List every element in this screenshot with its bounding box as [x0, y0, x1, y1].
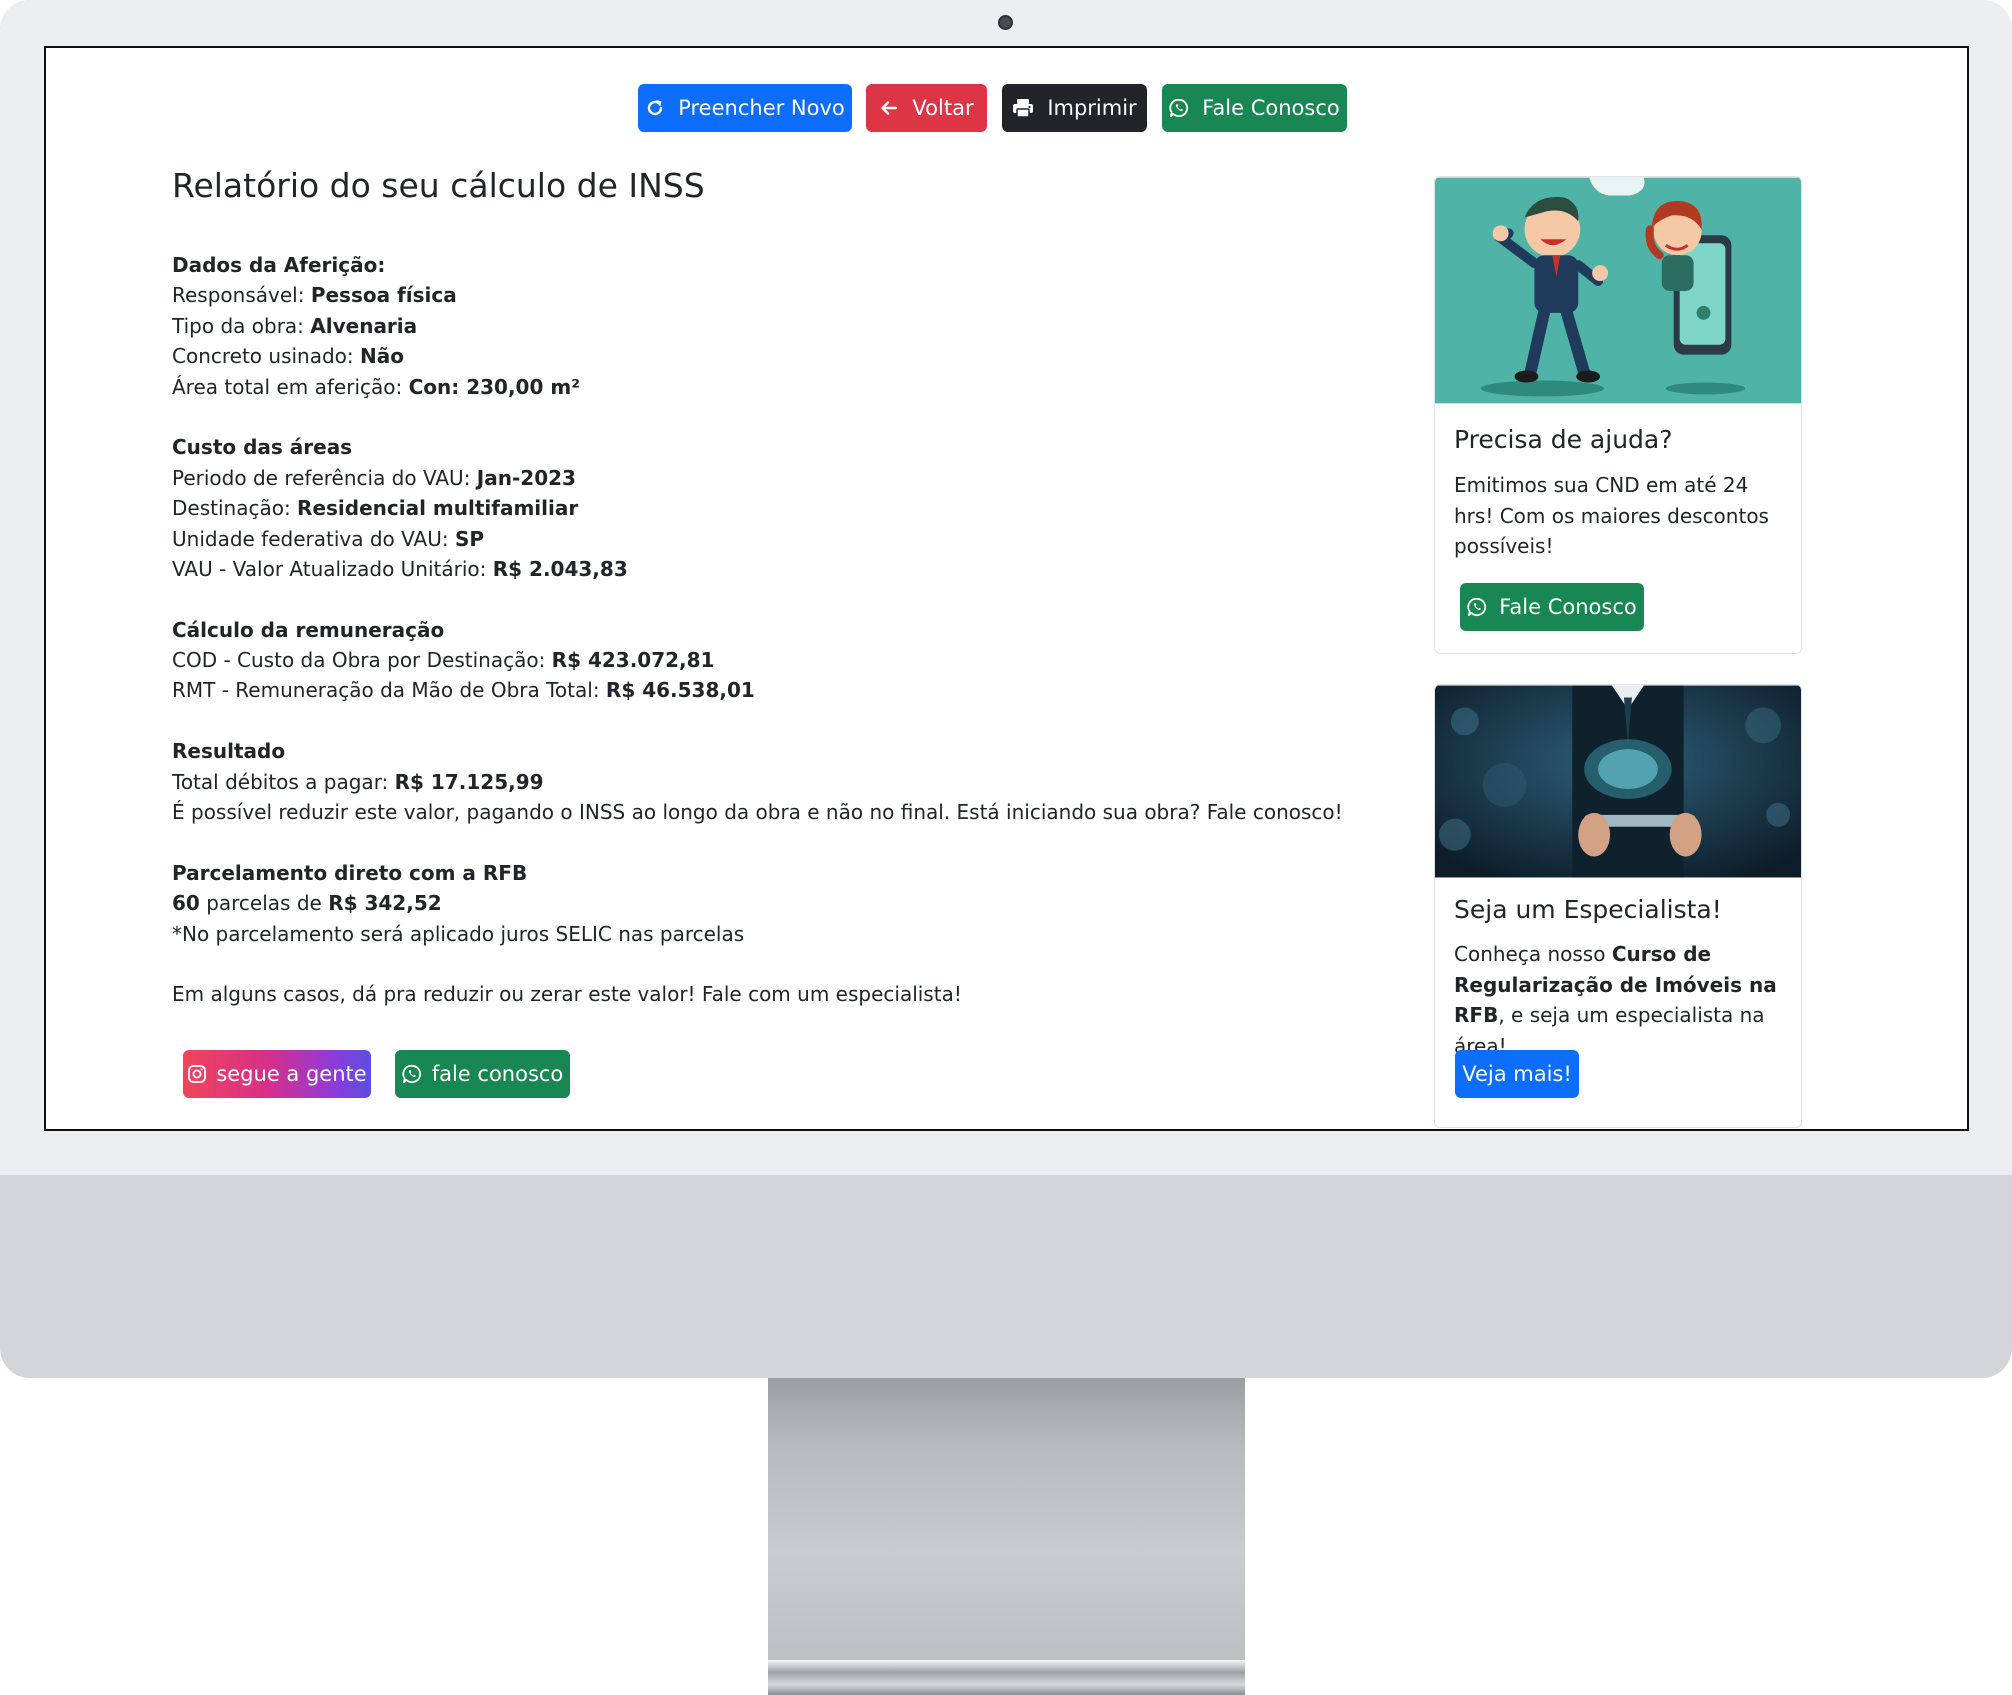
custo-heading: Custo das áreas — [172, 435, 353, 460]
refill-button[interactable]: Preencher Novo — [638, 84, 852, 132]
camera-icon — [998, 15, 1013, 30]
remuneracao-section: Cálculo da remuneração — [172, 615, 1402, 645]
rmt-value: R$ 46.538,01 — [605, 678, 755, 703]
instagram-button-label: segue a gente — [216, 1062, 367, 1086]
help-card-title: Precisa de ajuda? — [1454, 425, 1673, 454]
see-more-button-label: Veja mais! — [1462, 1062, 1572, 1086]
concreto-row: Concreto usinado: Não — [172, 341, 1402, 371]
resultado-heading: Resultado — [172, 739, 286, 764]
remuneracao-heading: Cálculo da remuneração — [172, 617, 445, 642]
whatsapp-footer-button[interactable]: fale conosco — [395, 1050, 570, 1098]
whatsapp-icon — [1169, 98, 1189, 118]
periodo-label: Periodo de referência do VAU: — [172, 465, 477, 490]
responsavel-label: Responsável: — [172, 283, 311, 308]
see-more-button[interactable]: Veja mais! — [1455, 1050, 1579, 1098]
parcelas-text: parcelas de — [199, 891, 329, 916]
expert-card-text-prefix: Conheça nosso — [1454, 942, 1612, 966]
tipo-obra-row: Tipo da obra: Alvenaria — [172, 311, 1402, 341]
periodo-value: Jan-2023 — [476, 465, 576, 490]
cod-label: COD - Custo da Obra por Destinação: — [172, 648, 552, 673]
screen: Preencher Novo Voltar Imprimir Fale Cono… — [44, 46, 1969, 1131]
parcelamento-heading: Parcelamento direto com a RFB — [172, 860, 528, 885]
parcelas-row: 60 parcelas de R$ 342,52 — [172, 888, 1402, 918]
total-label: Total débitos a pagar: — [172, 769, 395, 794]
page-title: Relatório do seu cálculo de INSS — [172, 166, 705, 205]
responsavel-row: Responsável: Pessoa física — [172, 280, 1402, 310]
responsavel-value: Pessoa física — [310, 283, 457, 308]
whatsapp-icon — [1467, 597, 1487, 617]
print-button-label: Imprimir — [1047, 96, 1137, 120]
parcelamento-section: Parcelamento direto com a RFB — [172, 858, 1402, 888]
whatsapp-footer-button-label: fale conosco — [431, 1062, 564, 1086]
report-body: Dados da Aferição: Responsável: Pessoa f… — [172, 250, 1402, 1010]
uf-value: SP — [454, 526, 485, 551]
expert-card-title: Seja um Especialista! — [1454, 895, 1722, 924]
concreto-label: Concreto usinado: — [172, 344, 361, 369]
help-card-text: Emitimos sua CND em até 24 hrs! Com os m… — [1454, 473, 1769, 558]
selic-note: *No parcelamento será aplicado juros SEL… — [172, 921, 745, 946]
custo-section: Custo das áreas — [172, 432, 1402, 462]
resultado-note: É possível reduzir este valor, pagando o… — [172, 800, 1343, 825]
destinacao-value: Residencial multifamiliar — [297, 496, 579, 521]
closing-text: Em alguns casos, dá pra reduzir ou zerar… — [172, 982, 962, 1007]
tipo-obra-value: Alvenaria — [310, 313, 418, 338]
expert-illustration — [1435, 685, 1801, 878]
imac-mockup: Preencher Novo Voltar Imprimir Fale Cono… — [0, 0, 2012, 1695]
rmt-label: RMT - Remuneração da Mão de Obra Total: — [172, 678, 606, 703]
afericao-section: Dados da Aferição: — [172, 250, 1402, 280]
concreto-value: Não — [360, 344, 404, 369]
area-label: Área total em aferição: — [172, 374, 409, 399]
whatsapp-icon — [402, 1064, 421, 1084]
contact-button-label: Fale Conosco — [1202, 96, 1340, 120]
instagram-icon — [188, 1065, 207, 1083]
back-button[interactable]: Voltar — [866, 84, 987, 132]
expert-card: Seja um Especialista! Conheça nosso Curs… — [1434, 684, 1802, 1128]
rotate-right-icon — [648, 100, 663, 116]
help-contact-button[interactable]: Fale Conosco — [1460, 583, 1644, 631]
tipo-obra-label: Tipo da obra: — [172, 313, 311, 338]
help-card: Precisa de ajuda? Emitimos sua CND em at… — [1434, 176, 1802, 654]
print-button[interactable]: Imprimir — [1002, 84, 1147, 132]
area-row: Área total em aferição: Con: 230,00 m² — [172, 372, 1402, 402]
cod-value: R$ 423.072,81 — [551, 648, 715, 673]
parcelas-count: 60 — [172, 891, 200, 916]
periodo-row: Periodo de referência do VAU: Jan-2023 — [172, 463, 1402, 493]
cod-row: COD - Custo da Obra por Destinação: R$ 4… — [172, 645, 1402, 675]
arrow-left-icon — [881, 101, 898, 115]
area-value: Con: 230,00 m² — [408, 374, 580, 399]
support-illustration — [1435, 177, 1801, 404]
printer-icon — [1013, 99, 1034, 118]
contact-button[interactable]: Fale Conosco — [1162, 84, 1347, 132]
total-value: R$ 17.125,99 — [394, 769, 544, 794]
vau-row: VAU - Valor Atualizado Unitário: R$ 2.04… — [172, 554, 1402, 584]
refill-button-label: Preencher Novo — [678, 96, 845, 120]
vau-value: R$ 2.043,83 — [492, 556, 628, 581]
uf-row: Unidade federativa do VAU: SP — [172, 524, 1402, 554]
monitor-stand — [768, 1378, 1245, 1670]
rmt-row: RMT - Remuneração da Mão de Obra Total: … — [172, 675, 1402, 705]
destinacao-label: Destinação: — [172, 496, 298, 521]
total-row: Total débitos a pagar: R$ 17.125,99 — [172, 767, 1402, 797]
instagram-button[interactable]: segue a gente — [183, 1050, 371, 1098]
monitor-stand-base — [768, 1660, 1245, 1695]
parcelas-value: R$ 342,52 — [328, 891, 442, 916]
vau-label: VAU - Valor Atualizado Unitário: — [172, 556, 493, 581]
expert-card-text: Conheça nosso Curso de Regularização de … — [1454, 939, 1784, 1061]
uf-label: Unidade federativa do VAU: — [172, 526, 455, 551]
destinacao-row: Destinação: Residencial multifamiliar — [172, 493, 1402, 523]
help-contact-button-label: Fale Conosco — [1499, 595, 1637, 619]
afericao-heading: Dados da Aferição: — [172, 253, 386, 277]
resultado-section: Resultado — [172, 736, 1402, 766]
back-button-label: Voltar — [912, 96, 974, 120]
